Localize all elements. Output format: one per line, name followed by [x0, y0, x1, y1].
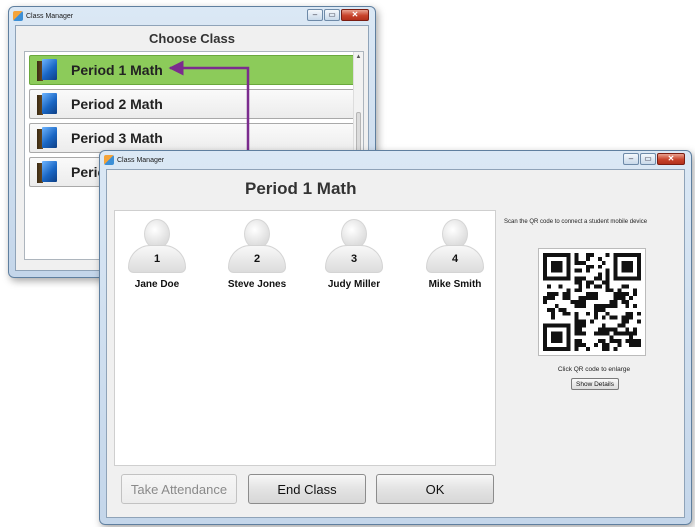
page-title: Period 1 Math [245, 179, 357, 198]
student-name: Mike Smith [428, 279, 482, 290]
book-icon [37, 59, 57, 81]
class-label: Period 3 Math [71, 130, 163, 146]
title-bar[interactable]: Class Manager – ▭ ✕ [100, 151, 691, 169]
end-class-button[interactable]: End Class [248, 474, 366, 504]
class-item-period-1[interactable]: Period 1 Math [29, 55, 357, 85]
class-item-period-3[interactable]: Period 3 Math [29, 123, 357, 153]
maximize-button[interactable]: ▭ [640, 153, 656, 165]
qr-enlarge-hint: Click QR code to enlarge [557, 366, 631, 373]
show-details-button[interactable]: Show Details [571, 378, 619, 390]
app-icon [13, 11, 23, 21]
window-controls: – ▭ ✕ [307, 9, 369, 21]
class-item-period-2[interactable]: Period 2 Math [29, 89, 357, 119]
period-client: Period 1 Math 1 Jane Doe 2 Steve Jones 3… [106, 169, 685, 518]
student-number: 4 [451, 253, 459, 265]
class-label: Period 1 Math [71, 62, 163, 78]
page-title: Choose Class [149, 31, 235, 46]
window-controls: – ▭ ✕ [623, 153, 685, 165]
book-icon [37, 161, 57, 183]
ok-button[interactable]: OK [376, 474, 494, 504]
take-attendance-button[interactable]: Take Attendance [121, 474, 237, 504]
book-icon [37, 93, 57, 115]
student-name: Judy Miller [327, 279, 381, 290]
close-button[interactable]: ✕ [341, 9, 369, 21]
scroll-up-arrow-icon[interactable]: ▲ [354, 52, 363, 62]
student-number: 2 [253, 253, 261, 265]
minimize-button[interactable]: – [623, 153, 639, 165]
window-title: Class Manager [26, 12, 74, 20]
student-card[interactable]: 3 Judy Miller [314, 219, 394, 299]
student-card[interactable]: 1 Jane Doe [117, 219, 197, 299]
student-card[interactable]: 4 Mike Smith [415, 219, 495, 299]
qr-instructions: Scan the QR code to connect a student mo… [504, 219, 648, 225]
qr-code-icon[interactable] [538, 248, 646, 356]
title-bar[interactable]: Class Manager – ▭ ✕ [9, 7, 375, 25]
student-name: Jane Doe [134, 279, 180, 290]
student-card[interactable]: 2 Steve Jones [217, 219, 297, 299]
students-panel: 1 Jane Doe 2 Steve Jones 3 Judy Miller 4… [114, 210, 496, 466]
student-number: 3 [350, 253, 358, 265]
book-icon [37, 127, 57, 149]
class-label: Period 2 Math [71, 96, 163, 112]
minimize-button[interactable]: – [307, 9, 323, 21]
student-name: Steve Jones [227, 279, 287, 290]
window-title: Class Manager [117, 156, 165, 164]
maximize-button[interactable]: ▭ [324, 9, 340, 21]
period-window: Class Manager – ▭ ✕ Period 1 Math 1 Jane… [99, 150, 692, 525]
student-number: 1 [153, 253, 161, 265]
app-icon [104, 155, 114, 165]
qr-panel: Scan the QR code to connect a student mo… [504, 218, 684, 390]
close-button[interactable]: ✕ [657, 153, 685, 165]
